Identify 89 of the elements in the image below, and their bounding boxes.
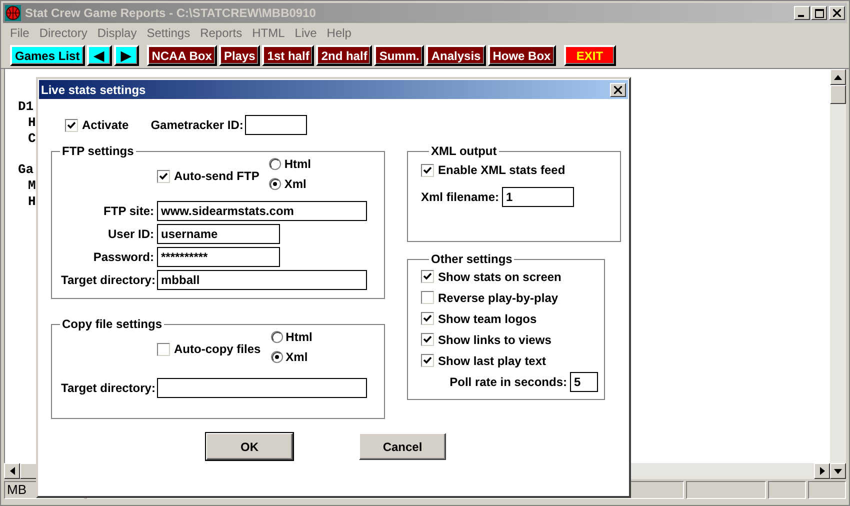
checkbox[interactable]: Auto-send FTP [157,167,260,185]
close-button[interactable] [610,82,626,96]
field-label: FTP site: [102,204,154,218]
status-panel [808,481,846,499]
input-field[interactable]: 1 [502,187,574,207]
field-label: Target directory: [61,380,154,394]
checkmark-icon [423,166,432,174]
input-field[interactable]: 5 [570,372,598,392]
activate-checkbox[interactable]: Activate [65,116,129,134]
vertical-scrollbar[interactable] [830,69,846,463]
menu-item[interactable]: Display [92,26,142,40]
toolbar-button[interactable]: EXIT [564,45,616,66]
ok-button[interactable]: OK [206,433,293,460]
right-arrow-icon [820,467,824,475]
window-title: Stat Crew Game Reports - C:\STATCREW\MBB0910 [25,6,316,20]
radio-button[interactable]: Xml [269,175,311,192]
radio-circle-icon [270,330,283,342]
menu-item[interactable]: HTML [247,26,290,40]
checkmark-icon [423,335,432,344]
close-icon [833,9,841,17]
menu-item[interactable]: Help [322,26,356,40]
checkbox[interactable]: Enable XML stats feed [421,161,566,179]
field-label: Gametracker ID: [150,118,244,132]
input-field[interactable]: mbball [157,270,367,290]
checkbox[interactable]: Show stats on screen [421,266,562,287]
field-label: User ID: [106,226,154,240]
toolbar-button[interactable]: Summ. [374,45,424,66]
toolbar-button[interactable]: ▶ [114,45,139,66]
radio-button[interactable]: Html [269,155,311,172]
checkbox[interactable]: Reverse play-by-play [421,287,558,308]
input-field[interactable]: username [157,224,280,244]
radio-button[interactable]: Html [270,328,312,345]
checkmark-icon [423,314,432,323]
close-icon [614,86,622,94]
report-line: M [27,178,36,194]
input-field[interactable] [157,378,367,398]
down-arrow-icon [834,468,842,474]
checkmark-icon [423,356,432,365]
group-title: Other settings [430,252,514,266]
maximize-button[interactable] [811,6,827,20]
radio-button[interactable]: Xml [270,348,312,365]
maximize-icon [814,8,824,18]
toolbar-button[interactable]: 1st half [262,45,314,66]
checkmark-icon [159,172,168,180]
radio-circle-icon [269,158,282,170]
field-label: Poll rate in seconds: [450,375,567,389]
menu-item[interactable]: Directory [34,26,92,40]
radio-circle-icon [270,350,283,362]
menu-item[interactable]: Settings [142,26,196,40]
checkbox[interactable]: Auto-copy files [157,340,261,358]
field-label: Target directory: [61,272,154,286]
basketball-icon [5,5,21,21]
input-field[interactable] [245,115,308,135]
field-label: Xml filename: [421,190,500,204]
toolbar-button[interactable]: 2nd half [316,45,372,66]
toolbar-button[interactable]: Analysis [426,45,486,66]
field-label: Password: [92,250,154,264]
toolbar-button[interactable]: Plays [218,45,260,66]
group-title: Copy file settings [61,317,164,331]
radio-circle-icon [269,178,282,190]
report-line: Ga [18,162,34,178]
checkmark-icon [423,272,432,281]
checkmark-icon [67,120,76,130]
report-line: D1 [18,99,34,115]
minimize-button[interactable] [794,6,810,20]
checkbox[interactable]: Show last play text [421,350,546,371]
report-line: H [27,115,36,131]
input-field[interactable]: ********** [157,246,280,266]
left-arrow-icon [10,467,14,475]
status-panel [768,481,806,499]
toolbar-button[interactable]: Howe Box [488,45,556,66]
report-line: H [27,194,36,210]
dialog-title: Live stats settings [41,82,146,96]
checkbox[interactable]: Show links to views [421,329,552,350]
toolbar-button[interactable]: Games List [10,45,85,66]
input-field[interactable]: www.sidearmstats.com [157,200,367,220]
menu-item[interactable]: Live [290,26,322,40]
group-title: FTP settings [61,144,135,158]
close-button[interactable] [829,6,845,20]
cancel-button[interactable]: Cancel [359,433,446,460]
report-line: C [27,131,36,147]
scroll-thumb[interactable] [830,85,846,104]
toolbar-button[interactable]: NCAA Box [146,45,217,66]
up-arrow-icon [834,74,842,80]
checkbox[interactable]: Show team logos [421,308,537,329]
toolbar-button[interactable]: ◀ [86,45,112,66]
menu-item[interactable]: File [5,26,34,40]
menu-item[interactable]: Reports [195,26,248,40]
group-title: XML output [430,144,498,158]
